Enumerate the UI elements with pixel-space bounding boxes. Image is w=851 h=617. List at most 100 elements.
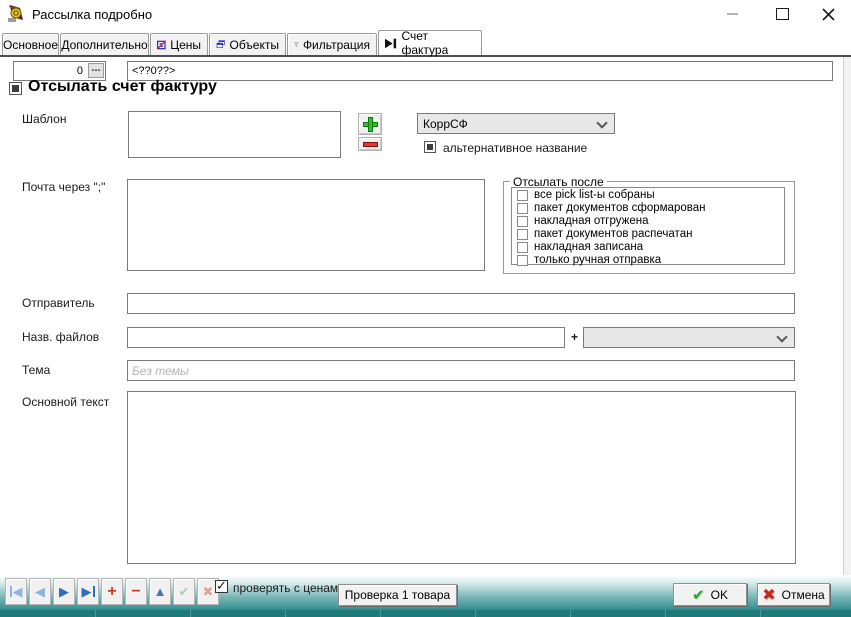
file-names-combo[interactable] [583, 327, 795, 348]
option-label: пакет документов сформарован [534, 202, 705, 214]
app-icon [6, 4, 26, 24]
objects-icon [216, 38, 226, 51]
cancel-label: Отмена [782, 588, 825, 602]
tab-bar: Основное Дополнительно Цены Объекты [0, 30, 851, 55]
cancel-x-icon: ✖ [762, 585, 775, 605]
close-icon [822, 8, 835, 21]
remove-template-button[interactable] [358, 137, 382, 151]
cancel-button[interactable]: ✖ Отмена [757, 583, 830, 606]
template-label: Шаблон [22, 112, 66, 126]
close-button[interactable] [808, 0, 848, 28]
checkbox-icon[interactable] [517, 242, 528, 253]
checkbox-icon[interactable] [517, 255, 528, 266]
nav-edit-button[interactable]: ▲ [149, 578, 171, 605]
subject-input[interactable]: Без темы [127, 360, 795, 381]
body-label: Основной текст [22, 395, 109, 409]
nav-first-button[interactable]: ◀ [5, 578, 27, 605]
file-names-label: Назв. файлов [22, 330, 99, 344]
ellipsis-button[interactable]: ... [88, 63, 104, 78]
nav-insert-button[interactable]: + [101, 578, 123, 605]
minimize-button[interactable] [712, 0, 752, 28]
file-names-input[interactable] [127, 327, 565, 348]
check-prices-checkbox[interactable] [215, 580, 228, 593]
minimize-icon [727, 13, 738, 15]
tab-main[interactable]: Основное [2, 33, 59, 55]
alt-name-checkbox[interactable] [424, 141, 436, 153]
plus-icon [363, 117, 378, 132]
maximize-button[interactable] [762, 0, 802, 28]
nav-delete-button[interactable]: − [125, 578, 147, 605]
chevron-down-icon [776, 331, 787, 342]
file-names-joiner: + [571, 330, 578, 344]
ok-button[interactable]: ✔ OK [673, 583, 747, 606]
delete-icon: − [131, 583, 140, 601]
tab-label: Цены [170, 38, 201, 52]
nav-next-button[interactable]: ▶ [53, 578, 75, 605]
next-icon: ▶ [59, 584, 69, 600]
ok-label: OK [711, 588, 728, 602]
tab-label: Фильтрация [303, 38, 370, 52]
send-invoice-checkbox[interactable] [9, 82, 22, 95]
template-type-combo[interactable]: КоррСФ [417, 113, 615, 134]
checkbox-icon[interactable] [517, 216, 528, 227]
template-type-value: КоррСФ [423, 117, 468, 131]
minus-icon [363, 142, 378, 147]
cancel-icon: ✖ [203, 584, 214, 600]
add-template-button[interactable] [358, 113, 382, 135]
first-icon: ◀ [13, 584, 23, 600]
ok-check-icon: ✔ [692, 586, 705, 604]
tab-label: Основное [3, 38, 58, 52]
option-label: все pick list-ы собраны [534, 189, 655, 201]
mailing-detail-window: Рассылка подробно Основное Дополнительно… [0, 0, 851, 617]
option-label: накладная отгружена [534, 215, 648, 227]
maximize-icon [776, 8, 789, 20]
template-listbox[interactable] [128, 111, 341, 158]
check-one-item-button[interactable]: Проверка 1 товара [338, 584, 457, 606]
check-one-item-label: Проверка 1 товара [345, 588, 450, 602]
checkbox-icon[interactable] [517, 229, 528, 240]
nav-prior-button[interactable]: ◀ [29, 578, 51, 605]
status-strip [0, 610, 851, 617]
tab-prices[interactable]: Цены [150, 33, 208, 55]
body-textarea[interactable] [127, 391, 796, 564]
option-label: пакет документов распечатан [534, 228, 692, 240]
tab-label: Дополнительно [61, 38, 147, 52]
expression-value: <??0??> [132, 65, 175, 77]
nav-last-button[interactable]: ▶ [77, 578, 99, 605]
tab-objects[interactable]: Объекты [209, 33, 286, 55]
tab-filtering[interactable]: Фильтрация [287, 33, 377, 55]
checkbox-icon[interactable] [517, 203, 528, 214]
subject-placeholder: Без темы [132, 364, 189, 378]
subject-label: Тема [22, 363, 50, 377]
sender-input[interactable] [127, 293, 795, 314]
last-icon: ▶ [82, 584, 92, 600]
mail-label: Почта через ";" [22, 180, 105, 194]
prices-icon [157, 38, 166, 52]
mail-textarea[interactable] [127, 179, 485, 271]
right-panel-edge [843, 57, 851, 575]
title-bar: Рассылка подробно [0, 0, 851, 28]
expression-field[interactable]: <??0??> [127, 61, 833, 81]
post-icon: ✔ [179, 584, 190, 600]
tab-invoice[interactable]: Счет фактура [378, 30, 482, 55]
insert-icon: + [107, 583, 116, 601]
sender-label: Отправитель [22, 296, 95, 310]
tab-additional[interactable]: Дополнительно [60, 33, 149, 55]
option-label: накладная записана [534, 241, 643, 253]
filter-icon [294, 38, 299, 51]
alt-name-label: альтернативное название [443, 141, 587, 155]
checkbox-icon[interactable] [517, 190, 528, 201]
tab-label: Счет фактура [401, 29, 475, 57]
check-prices-label: проверять с ценами [233, 581, 345, 595]
nav-post-button[interactable]: ✔ [173, 578, 195, 605]
chevron-down-icon [596, 117, 607, 128]
invoice-icon [385, 38, 397, 49]
send-invoice-label: Отсылать счет фактуру [28, 78, 217, 96]
edit-icon: ▲ [154, 584, 167, 599]
tab-label: Объекты [230, 38, 280, 52]
window-title: Рассылка подробно [32, 7, 152, 22]
option-label: только ручная отправка [534, 254, 661, 266]
bottom-toolbar: ◀ ◀ ▶ ▶ + − ▲ ✔ ✖ проверять с ценами Про… [0, 575, 851, 610]
prior-icon: ◀ [35, 584, 45, 600]
record-number-value: 0 [77, 65, 83, 77]
